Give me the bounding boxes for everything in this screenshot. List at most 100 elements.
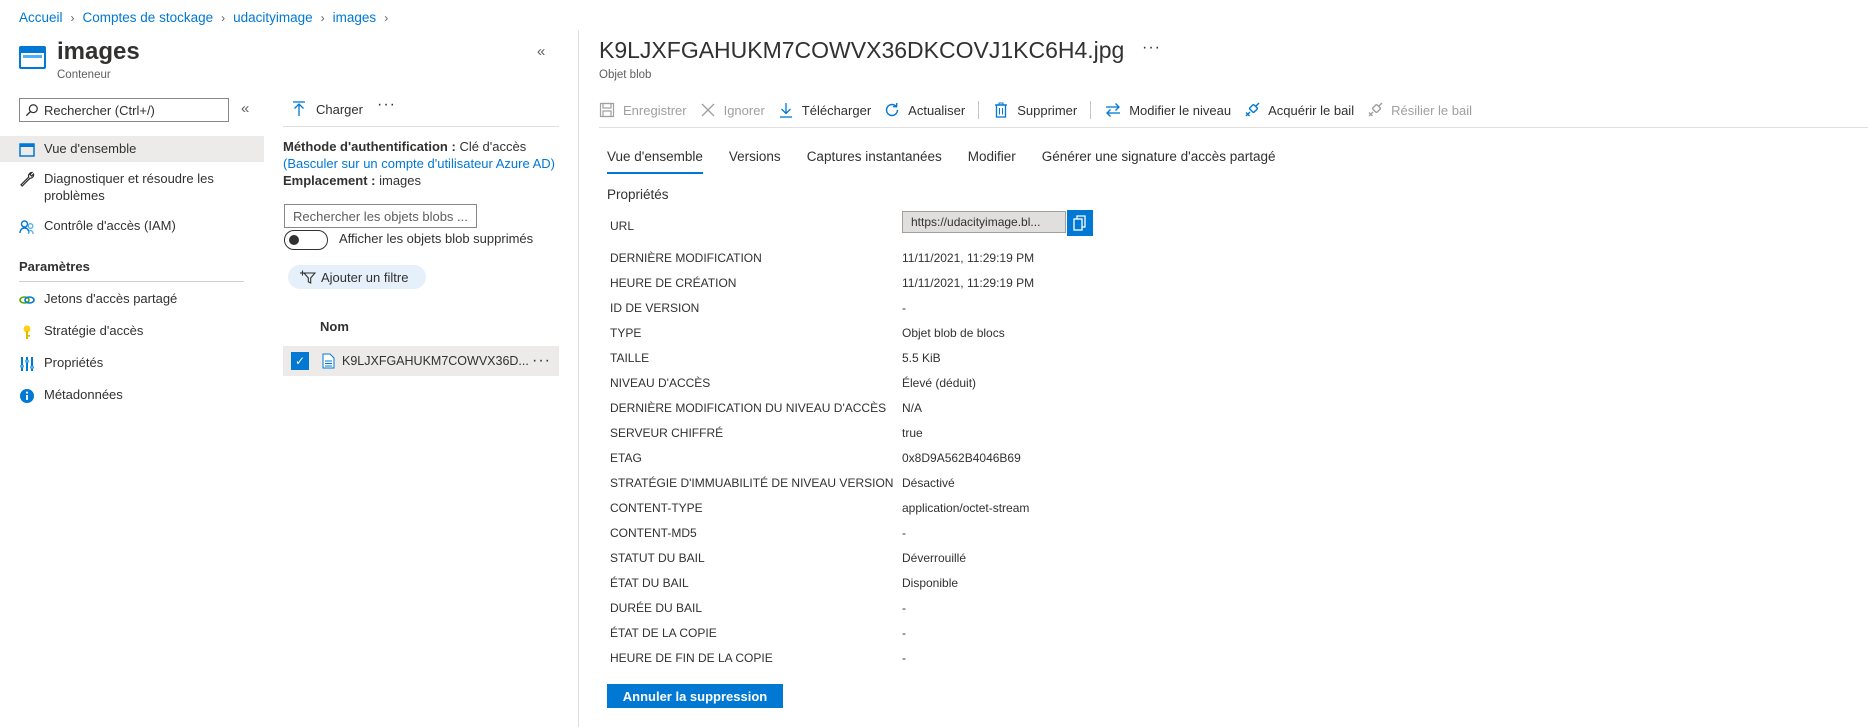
nav-item-access-policy[interactable]: Stratégie d'accès — [0, 323, 264, 345]
property-row: ÉTAT DU BAIL Disponible — [610, 576, 958, 590]
page-title: images — [57, 38, 140, 65]
property-row: HEURE DE FIN DE LA COPIE - — [610, 651, 906, 665]
nav-item-properties[interactable]: Propriétés — [0, 355, 264, 377]
swap-icon — [1106, 103, 1121, 117]
save-label: Enregistrer — [623, 102, 687, 118]
nav-item-sas[interactable]: Jetons d'accès partagé — [0, 291, 264, 313]
property-key: DERNIÈRE MODIFICATION — [610, 251, 762, 265]
switch-auth-link[interactable]: (Basculer sur un compte d'utilisateur Az… — [283, 156, 555, 171]
nav-item-overview[interactable]: Vue d'ensemble — [0, 136, 264, 162]
page-subtitle: Conteneur — [57, 69, 111, 81]
download-label: Télécharger — [801, 102, 872, 118]
undelete-button[interactable]: Annuler la suppression — [607, 684, 783, 708]
property-row: CONTENT-TYPE application/octet-stream — [610, 501, 1029, 515]
more-icon[interactable]: ··· — [1142, 39, 1161, 57]
collapse-blade-icon[interactable]: « — [537, 43, 545, 60]
search-icon — [25, 104, 38, 117]
acquire-lease-button[interactable]: Acquérir le bail — [1244, 102, 1354, 118]
auth-method-label: Méthode d'authentification : — [283, 139, 456, 154]
tab-bar: Vue d'ensemble Versions Captures instant… — [607, 149, 1302, 174]
property-row: STATUT DU BAIL Déverrouillé — [610, 551, 966, 565]
tab-overview[interactable]: Vue d'ensemble — [607, 149, 703, 174]
blob-search-input[interactable] — [284, 204, 477, 228]
download-icon — [779, 103, 792, 118]
more-icon[interactable]: ··· — [377, 96, 396, 114]
show-deleted-label: Afficher les objets blob supprimés — [339, 231, 534, 246]
save-button[interactable]: Enregistrer — [599, 102, 687, 118]
blob-name[interactable]: K9LJXFGAHUKM7COWVX36D... — [342, 354, 530, 368]
breadcrumb-container[interactable]: images — [333, 10, 377, 25]
add-filter-label: Ajouter un filtre — [321, 269, 409, 285]
property-key: ÉTAT DU BAIL — [610, 576, 689, 590]
delete-button[interactable]: Supprimer — [993, 102, 1077, 118]
blob-title: K9LJXFGAHUKM7COWVX36DKCOVJ1KC6H4.jpg — [599, 37, 1125, 63]
download-button[interactable]: Télécharger — [778, 102, 871, 118]
nav-search-input[interactable] — [44, 102, 224, 118]
discard-button[interactable]: Ignorer — [700, 102, 765, 118]
copy-button[interactable] — [1067, 210, 1093, 236]
property-value: N/A — [902, 401, 923, 415]
nav-item-diagnose[interactable]: Diagnostiquer et résoudre les problèmes — [0, 170, 264, 206]
tab-versions[interactable]: Versions — [729, 149, 781, 174]
location-value: images — [379, 173, 422, 188]
refresh-button[interactable]: Actualiser — [884, 102, 965, 118]
property-key: ETAG — [610, 451, 642, 465]
property-row: ETAG 0x8D9A562B4046B69 — [610, 451, 1021, 465]
add-filter-button[interactable]: Ajouter un filtre — [288, 265, 427, 289]
property-key: URL — [610, 219, 635, 233]
tab-edit[interactable]: Modifier — [968, 149, 1016, 174]
property-row: HEURE DE CRÉATION 11/11/2021, 11:29:19 PM — [610, 276, 1034, 290]
break-lease-label: Résilier le bail — [1391, 102, 1473, 118]
tab-snapshots[interactable]: Captures instantanées — [807, 149, 942, 174]
breadcrumb-account[interactable]: udacityimage — [233, 10, 313, 25]
property-value: - — [902, 526, 906, 540]
property-value: - — [902, 601, 906, 615]
refresh-label: Actualiser — [908, 102, 966, 118]
property-key: STRATÉGIE D'IMMUABILITÉ DE NIVEAU VERSIO… — [610, 476, 894, 490]
tab-generate-sas[interactable]: Générer une signature d'accès partagé — [1042, 149, 1276, 174]
property-key: DERNIÈRE MODIFICATION DU NIVEAU D'ACCÈS — [610, 401, 887, 415]
property-key: HEURE DE CRÉATION — [610, 276, 737, 290]
property-row: SERVEUR CHIFFRÉ true — [610, 426, 923, 440]
row-checkbox[interactable]: ✓ — [291, 352, 309, 370]
breadcrumb-home[interactable]: Accueil — [19, 10, 63, 25]
property-key: ID DE VERSION — [610, 301, 700, 315]
chevron-right-icon: › — [384, 10, 389, 25]
property-row: TAILLE 5.5 KiB — [610, 351, 941, 365]
url-field[interactable]: https://udacityimage.bl... — [902, 211, 1066, 233]
save-icon — [599, 102, 615, 118]
link-icon — [19, 296, 35, 304]
nav-item-iam[interactable]: Contrôle d'accès (IAM) — [0, 218, 264, 240]
change-tier-button[interactable]: Modifier le niveau — [1105, 102, 1231, 118]
upload-label: Charger — [316, 101, 363, 117]
collapse-menu-icon[interactable]: « — [241, 100, 249, 117]
property-value: - — [902, 626, 906, 640]
breadcrumb-storage-accounts[interactable]: Comptes de stockage — [83, 10, 214, 25]
break-lease-icon — [1368, 102, 1383, 117]
divider — [19, 281, 244, 282]
property-row: TYPE Objet blob de blocs — [610, 326, 1005, 340]
row-more-icon[interactable]: ··· — [532, 352, 551, 370]
nav-item-label: Diagnostiquer et résoudre les problèmes — [44, 171, 214, 203]
location-label: Emplacement : — [283, 173, 376, 188]
upload-button[interactable]: Charger — [292, 101, 363, 117]
property-value: Disponible — [902, 576, 959, 590]
nav-item-label: Jetons d'accès partagé — [44, 291, 178, 306]
table-row[interactable]: ✓ K9LJXFGAHUKM7COWVX36D... ··· — [283, 346, 559, 376]
property-key: CONTENT-TYPE — [610, 501, 703, 515]
nav-item-label: Vue d'ensemble — [44, 141, 137, 156]
property-value: application/octet-stream — [902, 501, 1030, 515]
property-value: - — [902, 651, 906, 665]
property-key: DURÉE DU BAIL — [610, 601, 703, 615]
show-deleted-toggle[interactable] — [284, 230, 328, 250]
property-value: 0x8D9A562B4046B69 — [902, 451, 1021, 465]
info-icon — [20, 389, 34, 403]
nav-item-metadata[interactable]: Métadonnées — [0, 387, 264, 409]
break-lease-button[interactable]: Résilier le bail — [1367, 102, 1472, 118]
column-header-name[interactable]: Nom — [320, 319, 349, 334]
property-key: HEURE DE FIN DE LA COPIE — [610, 651, 773, 665]
copy-icon — [1073, 215, 1086, 231]
property-row: DURÉE DU BAIL - — [610, 601, 906, 615]
property-value: 5.5 KiB — [902, 351, 941, 365]
nav-section-title: Paramètres — [19, 259, 90, 274]
